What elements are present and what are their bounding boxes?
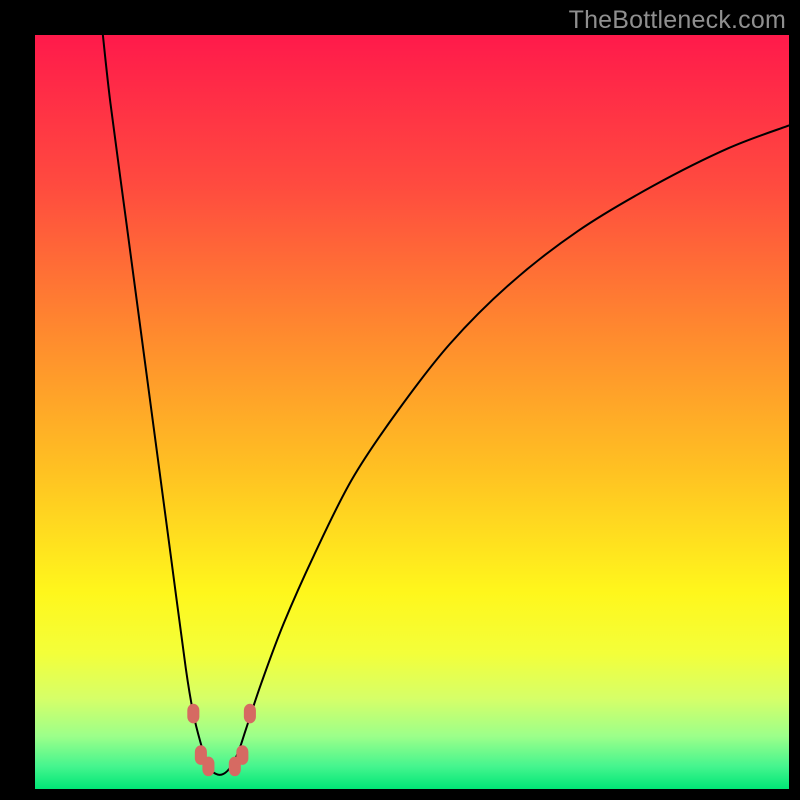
plot-area xyxy=(35,35,789,789)
watermark-text: TheBottleneck.com xyxy=(569,6,786,35)
curve-marker xyxy=(244,704,256,724)
chart-frame: TheBottleneck.com xyxy=(0,0,800,800)
curve-marker xyxy=(236,745,248,765)
curve-marker xyxy=(202,757,214,777)
bottleneck-curve xyxy=(35,35,789,789)
curve-marker xyxy=(187,704,199,724)
